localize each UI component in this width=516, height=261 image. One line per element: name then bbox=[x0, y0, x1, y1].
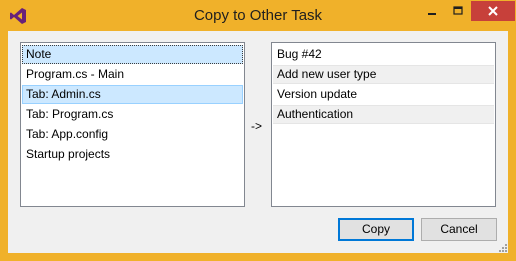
source-item-admin[interactable]: Tab: Admin.cs bbox=[22, 85, 243, 104]
close-button[interactable] bbox=[471, 1, 515, 21]
dialog-body: Note Program.cs - Main Tab: Admin.cs Tab… bbox=[8, 31, 508, 253]
minimize-button[interactable] bbox=[419, 1, 445, 21]
close-icon bbox=[488, 6, 498, 16]
cancel-button[interactable]: Cancel bbox=[421, 218, 497, 241]
copy-direction-arrow: -> bbox=[251, 119, 263, 133]
target-item-bug-42[interactable]: Bug #42 bbox=[273, 45, 494, 64]
dialog-window: Copy to Other Task Note Program.cs - Mai… bbox=[0, 0, 516, 261]
copy-button[interactable]: Copy bbox=[338, 218, 414, 241]
resize-grip-icon[interactable] bbox=[496, 241, 508, 253]
source-item-program[interactable]: Tab: Program.cs bbox=[22, 105, 243, 124]
target-item-version-update[interactable]: Version update bbox=[273, 85, 494, 104]
target-list[interactable]: Bug #42 Add new user type Version update… bbox=[271, 42, 496, 207]
target-item-authentication[interactable]: Authentication bbox=[273, 105, 494, 124]
source-item-note[interactable]: Note bbox=[22, 45, 243, 64]
title-bar[interactable]: Copy to Other Task bbox=[1, 1, 515, 31]
minimize-icon bbox=[428, 13, 436, 15]
source-list[interactable]: Note Program.cs - Main Tab: Admin.cs Tab… bbox=[20, 42, 245, 207]
source-item-startup-projects[interactable]: Startup projects bbox=[22, 145, 243, 164]
source-item-program-main[interactable]: Program.cs - Main bbox=[22, 65, 243, 84]
maximize-icon bbox=[453, 6, 463, 15]
maximize-button[interactable] bbox=[445, 1, 471, 21]
target-item-add-user-type[interactable]: Add new user type bbox=[273, 65, 494, 84]
source-item-app-config[interactable]: Tab: App.config bbox=[22, 125, 243, 144]
